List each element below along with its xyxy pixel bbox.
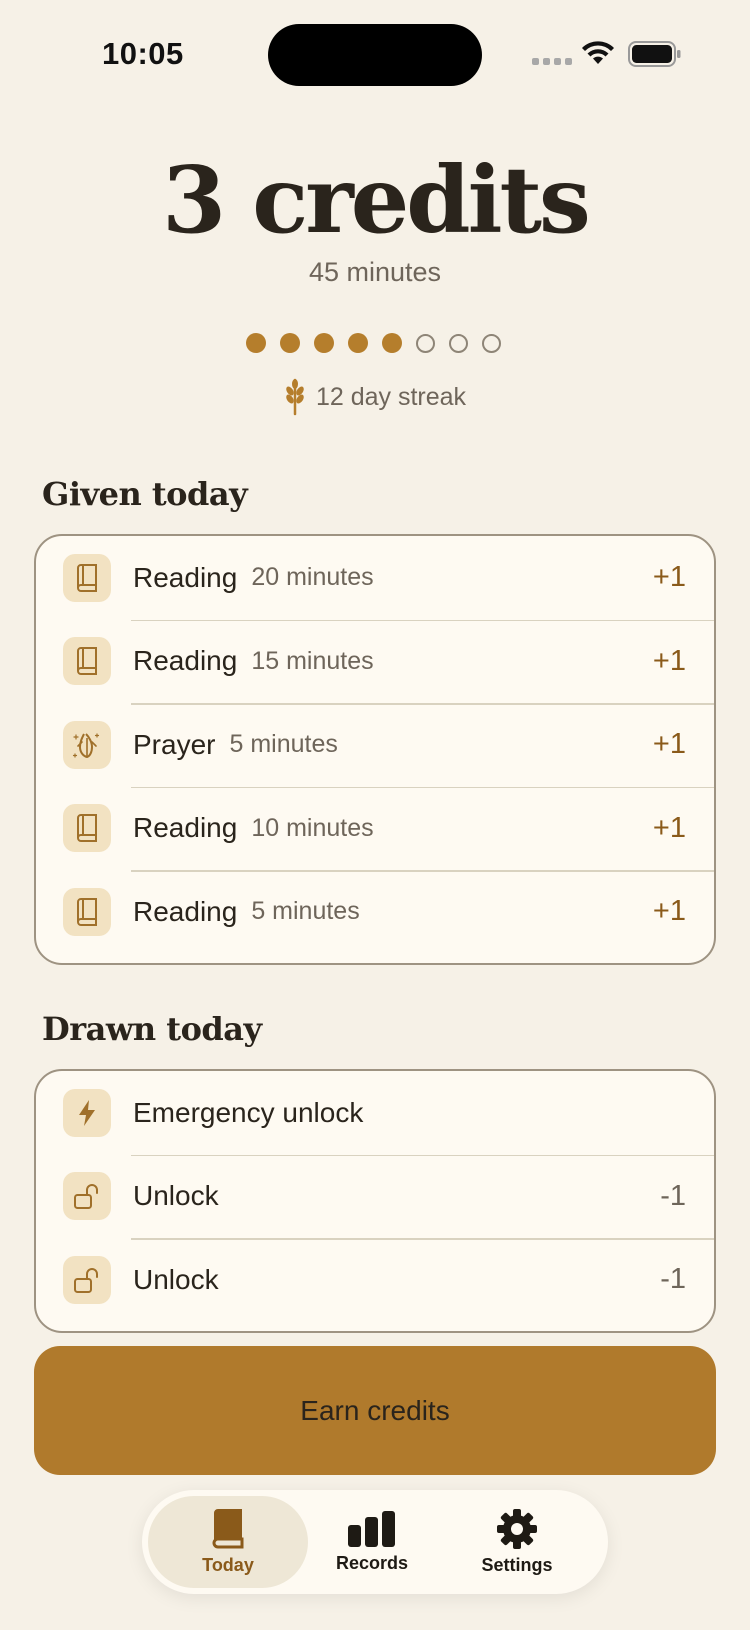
wifi-icon [582,41,614,64]
row-label: Emergency unlock [133,1096,364,1128]
streak-label: 12 day streak [315,382,467,411]
progress-dot-filled [280,333,300,353]
progress-dot-empty [482,334,501,353]
status-bar: 10:05 [0,0,750,110]
progress-dot-filled [348,333,368,353]
earn-credits-button[interactable]: Earn credits [34,1346,716,1475]
row-credit-value: +1 [652,561,686,594]
drawn-row[interactable]: Unlock -1 [36,1154,714,1239]
row-label: Prayer [133,728,216,760]
row-credit-value: +1 [652,811,686,844]
progress-dot-empty [416,334,435,353]
tab-today-label: Today [202,1554,254,1575]
gear-icon [497,1508,537,1549]
row-duration: 10 minutes [251,813,374,842]
row-credit-value: +1 [652,644,686,677]
row-credit-value: -1 [660,1179,686,1212]
row-label: Reading [133,561,238,593]
given-row[interactable]: Reading 20 minutes +1 [36,536,714,620]
progress-dot-filled [314,333,334,353]
given-today-card: Reading 20 minutes +1 Reading 15 minutes +1 Pr… [34,534,716,965]
row-duration: 15 minutes [251,646,374,675]
status-time: 10:05 [102,36,184,71]
book-icon [63,804,111,853]
book-icon [212,1508,244,1548]
row-credit-value: -1 [660,1263,686,1296]
unlock-icon [63,1172,111,1221]
progress-dot-filled [246,333,266,353]
tab-today[interactable]: Today [148,1496,308,1588]
book-icon [63,553,111,602]
row-label: Reading [133,645,238,677]
drawn-today-title: Drawn today [42,1010,262,1048]
cellular-signal-icon [532,58,572,65]
row-duration: 5 minutes [229,730,338,759]
unlock-icon [63,1255,111,1304]
credits-title: 3 credits [162,146,591,254]
tab-settings[interactable]: Settings [442,1496,592,1588]
row-label: Reading [133,895,238,927]
progress-dot-empty [449,334,468,353]
row-label: Reading [133,812,238,844]
row-duration: 20 minutes [251,563,374,592]
tab-records-label: Records [335,1552,409,1573]
row-label: Unlock [133,1180,219,1212]
praying-hands-icon [63,720,111,769]
given-row[interactable]: Reading 10 minutes +1 [36,786,714,871]
dynamic-island [268,24,482,86]
streak-indicator: 12 day streak [0,378,750,416]
drawn-row[interactable]: Unlock -1 [36,1238,714,1322]
minutes-total: 45 minutes [308,257,442,288]
given-row[interactable]: Prayer 5 minutes +1 [36,703,714,787]
lightning-icon [63,1088,111,1137]
given-today-title: Given today [42,475,248,513]
tab-bar: Today Records Settings [142,1490,608,1594]
credits-summary: 3 credits 45 minutes 12 day streak [0,146,750,416]
drawn-today-card: Emergency unlock Unlock -1 Unlock -1 [34,1069,716,1333]
given-row[interactable]: Reading 5 minutes +1 [36,870,714,954]
book-icon [63,637,111,686]
tab-records[interactable]: Records [297,1496,447,1588]
wheat-icon [286,378,304,416]
row-credit-value: +1 [652,728,686,761]
row-duration: 5 minutes [251,897,360,926]
book-icon [63,887,111,936]
tab-settings-label: Settings [481,1554,553,1575]
given-row[interactable]: Reading 15 minutes +1 [36,619,714,704]
battery-icon [628,41,681,67]
bar-chart-icon [348,1510,395,1547]
row-label: Unlock [133,1263,219,1295]
progress-dot-filled [382,333,402,353]
row-credit-value: +1 [652,895,686,928]
drawn-row[interactable]: Emergency unlock [36,1071,714,1155]
progress-dots [246,333,501,353]
